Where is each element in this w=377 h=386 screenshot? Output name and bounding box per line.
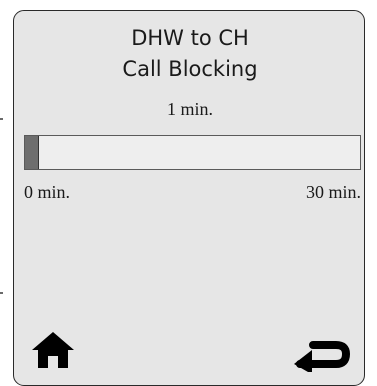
title-line-1: DHW to CH bbox=[131, 26, 249, 50]
value-bar-fill bbox=[25, 136, 39, 169]
home-icon bbox=[32, 332, 74, 368]
back-button[interactable] bbox=[294, 330, 350, 372]
current-value: 1 min. bbox=[166, 99, 213, 119]
max-label: 30 min. bbox=[305, 182, 361, 202]
min-label: 0 min. bbox=[24, 182, 71, 202]
bezel-tick-bottom bbox=[0, 292, 3, 294]
return-arrow-icon bbox=[294, 341, 350, 372]
title-line-2: Call Blocking bbox=[122, 57, 258, 81]
value-bar[interactable] bbox=[24, 135, 361, 170]
home-button[interactable] bbox=[31, 330, 75, 370]
display-screen: DHW to CH Call Blocking 1 min. 0 min. 30… bbox=[13, 10, 365, 386]
bezel-tick-top bbox=[0, 118, 3, 120]
